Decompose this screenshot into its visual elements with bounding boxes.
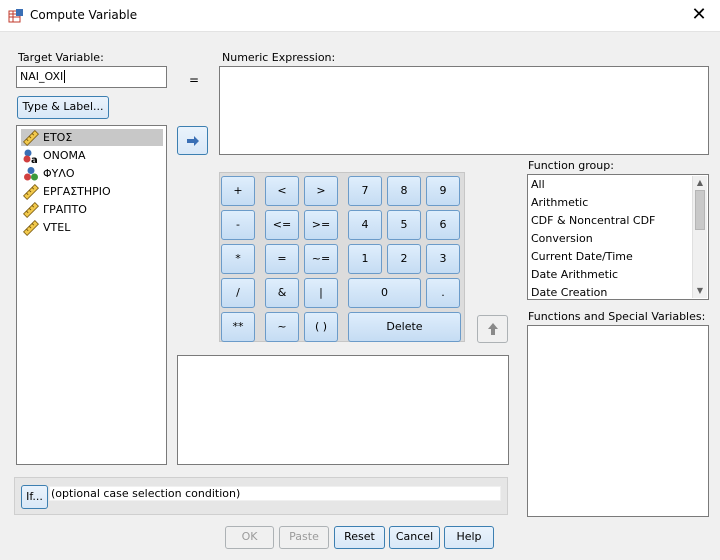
key-7[interactable]: 7 — [348, 176, 382, 206]
target-variable-value: NAI_OXI — [20, 70, 64, 83]
key-less-equal[interactable]: <= — [265, 210, 299, 240]
app-icon — [8, 8, 24, 24]
list-item[interactable]: Date Arithmetic — [531, 266, 618, 284]
scroll-up-icon[interactable]: ▲ — [693, 176, 707, 190]
function-group-list[interactable]: All Arithmetic CDF & Noncentral CDF Conv… — [527, 174, 709, 300]
nominal-icon — [23, 166, 39, 182]
variable-name: ΟΝΟΜΑ — [43, 149, 86, 162]
arrow-right-icon — [185, 134, 201, 147]
key-1[interactable]: 1 — [348, 244, 382, 274]
scale-ruler-icon — [23, 184, 39, 200]
key-greater-than[interactable]: > — [304, 176, 338, 206]
case-condition-text: (optional case selection condition) — [49, 486, 501, 501]
list-item[interactable]: ΓΡΑΠΤΟ — [21, 201, 163, 218]
key-not-equal[interactable]: ~= — [304, 244, 338, 274]
key-5[interactable]: 5 — [387, 210, 421, 240]
arrow-up-icon — [486, 322, 500, 335]
key-2[interactable]: 2 — [387, 244, 421, 274]
list-item[interactable]: ΕΡΓΑΣΤΗΡΙΟ — [21, 183, 163, 200]
key-delete[interactable]: Delete — [348, 312, 461, 342]
list-item[interactable]: CDF & Noncentral CDF — [531, 212, 655, 230]
numeric-expression-label: Numeric Expression: — [222, 51, 336, 64]
variable-name: ΕΡΓΑΣΤΗΡΙΟ — [43, 185, 111, 198]
list-item[interactable]: Date Creation — [531, 284, 607, 302]
help-button[interactable]: Help — [444, 526, 494, 549]
calculator-pad: + < > 7 8 9 - <= >= 4 5 6 * = ~= 1 2 3 /… — [219, 172, 465, 342]
target-variable-input[interactable]: NAI_OXI — [16, 66, 167, 88]
key-0[interactable]: 0 — [348, 278, 421, 308]
numeric-expression-input[interactable] — [219, 66, 709, 155]
scale-ruler-icon — [23, 220, 39, 236]
function-group-label: Function group: — [528, 159, 614, 172]
key-multiply[interactable]: * — [221, 244, 255, 274]
function-group-scrollbar[interactable]: ▲ ▼ — [692, 176, 707, 298]
equals-sign: = — [189, 73, 200, 87]
list-item[interactable]: All — [531, 176, 545, 194]
variable-name: ΓΡΑΠΤΟ — [43, 203, 87, 216]
list-item[interactable]: a ΟΝΟΜΑ — [21, 147, 163, 166]
list-item[interactable]: Arithmetic — [531, 194, 588, 212]
key-4[interactable]: 4 — [348, 210, 382, 240]
key-or[interactable]: | — [304, 278, 338, 308]
key-6[interactable]: 6 — [426, 210, 460, 240]
function-description-box — [177, 355, 509, 465]
scale-ruler-icon — [23, 130, 39, 146]
key-minus[interactable]: - — [221, 210, 255, 240]
variable-list[interactable]: ΕΤΟΣ a ΟΝΟΜΑ ΦΥΛΟ ΕΡΓΑΣΤΗΡΙΟ ΓΡΑΠΤΟ VTEL — [16, 125, 167, 465]
list-item[interactable]: ΦΥΛΟ — [21, 165, 163, 182]
move-variable-button[interactable] — [177, 126, 208, 155]
key-divide[interactable]: / — [221, 278, 255, 308]
svg-text:a: a — [31, 155, 38, 164]
scroll-down-icon[interactable]: ▼ — [693, 284, 707, 298]
scrollbar-thumb[interactable] — [695, 190, 705, 230]
variable-name: VTEL — [43, 221, 71, 234]
key-9[interactable]: 9 — [426, 176, 460, 206]
scale-ruler-icon — [23, 202, 39, 218]
nominal-string-icon: a — [23, 148, 39, 166]
cancel-button[interactable]: Cancel — [389, 526, 440, 549]
key-plus[interactable]: + — [221, 176, 255, 206]
close-icon[interactable]: ✕ — [686, 4, 712, 28]
reset-button[interactable]: Reset — [334, 526, 385, 549]
paste-button[interactable]: Paste — [279, 526, 329, 549]
list-item[interactable]: VTEL — [21, 219, 163, 236]
functions-special-label: Functions and Special Variables: — [528, 310, 706, 323]
list-item[interactable]: ΕΤΟΣ — [21, 129, 163, 146]
key-not[interactable]: ~ — [265, 312, 299, 342]
list-item[interactable]: Current Date/Time — [531, 248, 633, 266]
functions-special-list[interactable] — [527, 325, 709, 517]
list-item[interactable]: Conversion — [531, 230, 593, 248]
key-decimal[interactable]: . — [426, 278, 460, 308]
key-3[interactable]: 3 — [426, 244, 460, 274]
key-power[interactable]: ** — [221, 312, 255, 342]
insert-function-button[interactable] — [477, 315, 508, 343]
key-8[interactable]: 8 — [387, 176, 421, 206]
target-variable-label: Target Variable: — [18, 51, 104, 64]
key-and[interactable]: & — [265, 278, 299, 308]
key-equals[interactable]: = — [265, 244, 299, 274]
variable-name: ΕΤΟΣ — [43, 131, 73, 144]
if-button[interactable]: If... — [21, 485, 48, 509]
key-greater-equal[interactable]: >= — [304, 210, 338, 240]
key-less-than[interactable]: < — [265, 176, 299, 206]
type-label-button[interactable]: Type & Label... — [17, 96, 109, 119]
key-parentheses[interactable]: ( ) — [304, 312, 338, 342]
if-panel: If... (optional case selection condition… — [14, 477, 508, 515]
ok-button[interactable]: OK — [225, 526, 274, 549]
variable-name: ΦΥΛΟ — [43, 167, 75, 180]
window-title: Compute Variable — [30, 8, 138, 22]
